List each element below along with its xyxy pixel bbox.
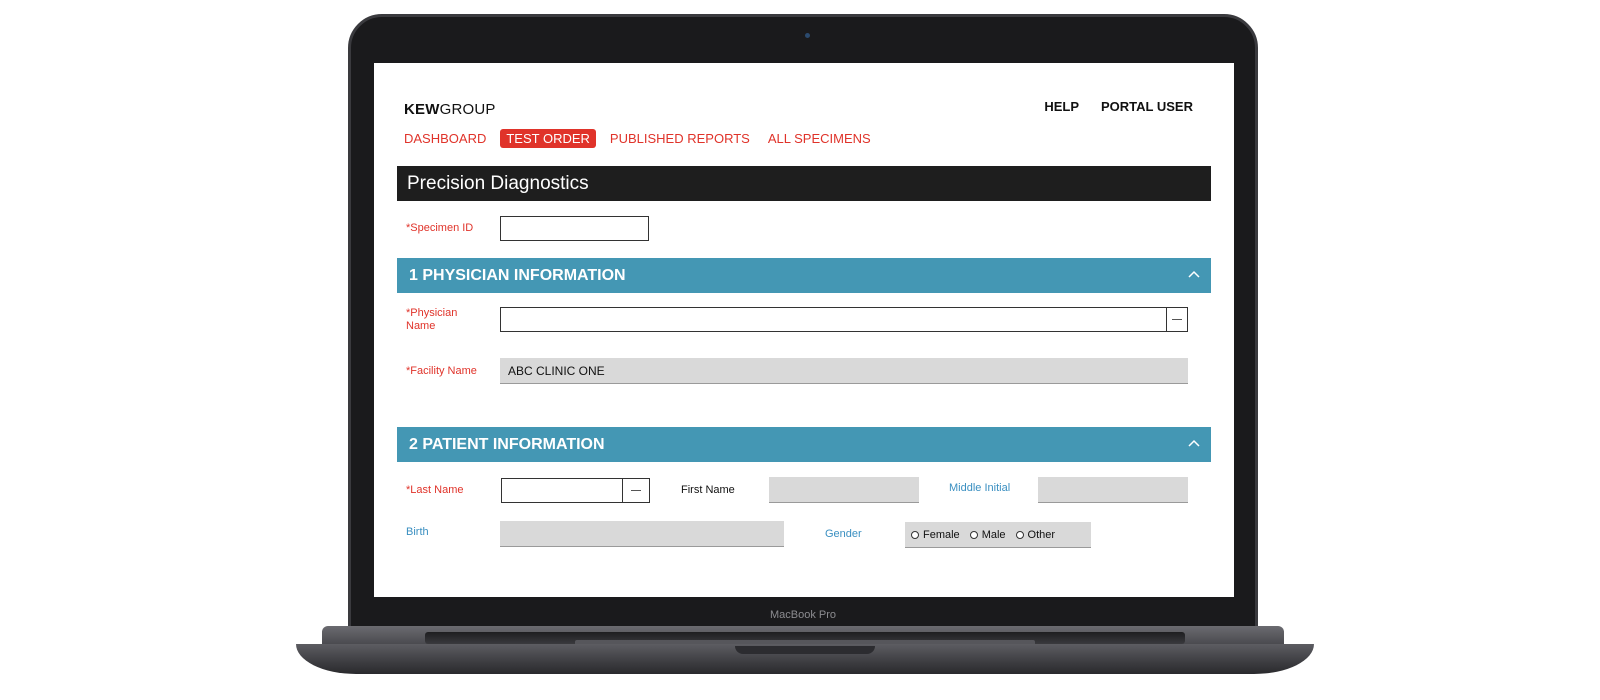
middle-initial-label: Middle Initial bbox=[949, 482, 1011, 494]
radio-circle-icon[interactable] bbox=[1015, 530, 1024, 539]
logo-bold-text: KEW bbox=[404, 101, 440, 118]
physician-section-header[interactable]: 1 PHYSICIAN INFORMATION bbox=[397, 258, 1211, 293]
facility-name-field: ABC CLINIC ONE bbox=[500, 358, 1188, 384]
nav-all-specimens[interactable]: ALL SPECIMENS bbox=[764, 129, 875, 148]
app-header: KEWGROUP HELP PORTAL USER DASHBOARD TEST… bbox=[374, 63, 1234, 163]
patient-section-title: 2 PATIENT INFORMATION bbox=[409, 436, 605, 453]
logo-regular-text: GROUP bbox=[439, 101, 496, 118]
last-name-input[interactable] bbox=[501, 478, 623, 503]
physician-label-line2: Name bbox=[406, 320, 436, 332]
physician-section-title: 1 PHYSICIAN INFORMATION bbox=[409, 267, 626, 284]
specimen-id-label: *Specimen ID bbox=[406, 222, 474, 234]
facility-name-label: *Facility Name bbox=[406, 365, 477, 377]
gender-label: Gender bbox=[825, 528, 862, 540]
camera-dot bbox=[805, 33, 810, 38]
physician-name-input[interactable] bbox=[500, 307, 1167, 332]
lid-opening-notch bbox=[735, 646, 875, 654]
gender-option-male[interactable]: Male bbox=[969, 528, 1006, 541]
device-model-label: MacBook Pro bbox=[769, 609, 837, 621]
radio-circle-icon[interactable] bbox=[969, 530, 978, 539]
gender-other-label: Other bbox=[1027, 528, 1056, 541]
laptop-lid: KEWGROUP HELP PORTAL USER DASHBOARD TEST… bbox=[348, 14, 1258, 630]
gender-option-other[interactable]: Other bbox=[1015, 528, 1056, 541]
birth-label: Birth bbox=[406, 526, 429, 538]
nav-test-order[interactable]: TEST ORDER bbox=[500, 129, 596, 148]
utility-links: HELP PORTAL USER bbox=[1044, 99, 1193, 114]
chevron-up-icon[interactable] bbox=[1187, 437, 1201, 451]
minus-icon bbox=[631, 490, 641, 491]
first-name-label: First Name bbox=[681, 484, 735, 496]
app-screen: KEWGROUP HELP PORTAL USER DASHBOARD TEST… bbox=[374, 63, 1234, 597]
gender-male-label: Male bbox=[981, 528, 1006, 541]
radio-circle-icon[interactable] bbox=[911, 530, 919, 539]
last-name-lookup-button[interactable] bbox=[622, 478, 650, 503]
chevron-up-icon[interactable] bbox=[1187, 268, 1201, 282]
page-title: Precision Diagnostics bbox=[397, 166, 1211, 201]
physician-label-line1: *Physician bbox=[406, 307, 458, 319]
minus-icon bbox=[1172, 319, 1182, 320]
gender-radio-group: Female Male Other bbox=[905, 522, 1091, 548]
laptop-mockup: KEWGROUP HELP PORTAL USER DASHBOARD TEST… bbox=[0, 0, 1600, 700]
nav-dashboard[interactable]: DASHBOARD bbox=[404, 129, 490, 148]
brand-logo[interactable]: KEWGROUP bbox=[404, 101, 496, 118]
specimen-id-input[interactable] bbox=[500, 216, 649, 241]
nav-published-reports[interactable]: PUBLISHED REPORTS bbox=[606, 129, 754, 148]
physician-name-label: *Physician Name bbox=[406, 307, 457, 333]
birth-input[interactable] bbox=[500, 521, 784, 547]
last-name-label: *Last Name bbox=[406, 484, 464, 496]
main-nav: DASHBOARD TEST ORDER PUBLISHED REPORTS A… bbox=[404, 129, 875, 148]
first-name-input[interactable] bbox=[769, 477, 919, 503]
portal-user-link[interactable]: PORTAL USER bbox=[1101, 99, 1193, 114]
help-link[interactable]: HELP bbox=[1044, 99, 1079, 114]
middle-initial-input[interactable] bbox=[1038, 477, 1188, 503]
patient-section-header[interactable]: 2 PATIENT INFORMATION bbox=[397, 427, 1211, 462]
gender-option-female[interactable]: Female bbox=[911, 529, 960, 541]
gender-female-label: Female bbox=[923, 528, 960, 541]
physician-lookup-button[interactable] bbox=[1166, 307, 1188, 332]
